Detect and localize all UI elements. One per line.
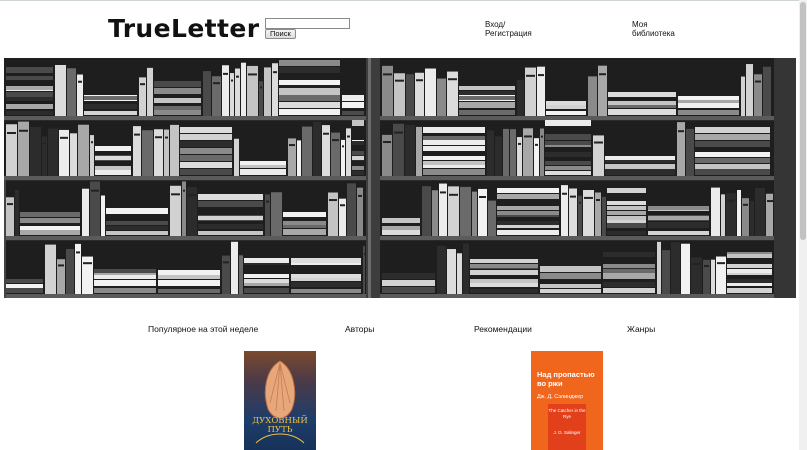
book-inner-title: The Catcher in the Rye bbox=[548, 408, 586, 419]
hero-banner-bookshelf bbox=[4, 58, 796, 298]
search-button[interactable]: Поиск bbox=[265, 29, 296, 39]
book-title: ДУХОВНЫЙ ПУТЬ bbox=[252, 416, 308, 435]
login-register-link[interactable]: Вход/ Регистрация bbox=[485, 20, 545, 38]
book-inner-author: J. D. Salinger bbox=[553, 430, 581, 435]
scrollbar[interactable] bbox=[799, 0, 807, 450]
scrollbar-thumb[interactable] bbox=[800, 2, 806, 240]
nav-genres[interactable]: Жанры bbox=[627, 324, 655, 334]
bookshelf-image bbox=[4, 58, 796, 298]
book-author: Дж. Д. Сэлинджер bbox=[537, 394, 584, 400]
book-title: Над пропастью во ржи bbox=[537, 370, 595, 388]
site-logo[interactable]: TrueLetter bbox=[108, 14, 259, 43]
search-input[interactable] bbox=[265, 18, 350, 29]
seashell-illustration bbox=[255, 360, 305, 444]
book-inner-cover: The Catcher in the Rye J. D. Salinger bbox=[548, 404, 586, 450]
book-cover-catcher-in-the-rye[interactable]: Над пропастью во ржи Дж. Д. Сэлинджер Th… bbox=[531, 351, 603, 450]
top-border bbox=[0, 0, 807, 1]
my-library-link[interactable]: Моя библиотека bbox=[632, 20, 692, 38]
book-cover-spiritual-path[interactable]: ДУХОВНЫЙ ПУТЬ bbox=[244, 351, 316, 450]
nav-authors[interactable]: Авторы bbox=[345, 324, 374, 334]
nav-recommendations[interactable]: Рекомендации bbox=[474, 324, 532, 334]
nav-popular-this-week[interactable]: Популярное на этой неделе bbox=[148, 324, 258, 334]
